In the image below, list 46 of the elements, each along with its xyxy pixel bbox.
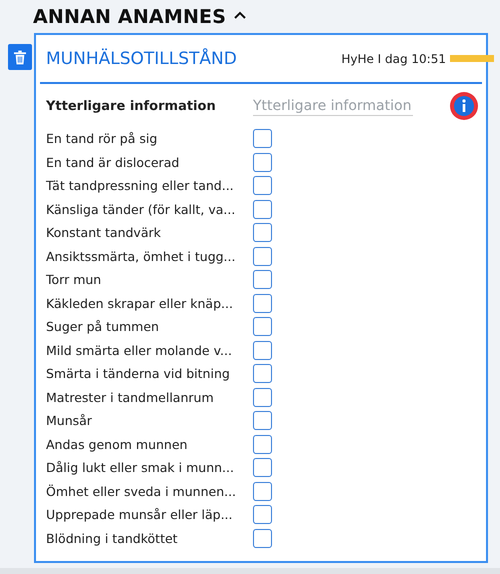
checkbox[interactable] [253, 411, 272, 430]
checkbox-label: Mild smärta eller molande v... [46, 342, 233, 358]
checkbox[interactable] [253, 505, 272, 524]
checkbox[interactable] [253, 340, 272, 360]
checkbox[interactable] [253, 434, 272, 454]
chevron-icon[interactable] [234, 11, 246, 19]
checkbox[interactable] [253, 294, 272, 313]
checkbox[interactable] [253, 270, 272, 290]
checkbox-label: Ömhet eller sveda i munnen... [46, 484, 238, 499]
checkbox[interactable] [253, 152, 272, 172]
checkbox-label: Matrester i tandmellanrum [46, 390, 215, 405]
checkbox-label: Blödning i tandköttet [46, 530, 179, 546]
checkbox-label: Munsår [46, 413, 93, 428]
checkbox-label: En tand rör på sig [46, 131, 158, 146]
checkbox-label: Tät tandpressning eller tand... [46, 178, 235, 194]
checkbox-label: Torr mun [46, 272, 102, 288]
checkbox[interactable] [253, 246, 272, 266]
checkbox[interactable] [253, 482, 272, 501]
checkbox-label: Käkleden skrapar eller knäp... [46, 296, 234, 311]
timestamp: HyHe I dag 10:51 [341, 52, 446, 66]
checkbox-label: Känsliga tänder (för kallt, va... [46, 202, 236, 217]
checkbox[interactable] [253, 223, 272, 242]
checkbox-label: Konstant tandvärk [46, 225, 162, 240]
checkbox[interactable] [253, 200, 272, 219]
checkbox[interactable] [253, 317, 272, 336]
card-title: MUNHÄLSOTILLSTÅND [46, 48, 238, 68]
trash-icon [14, 50, 26, 64]
checkbox[interactable] [253, 458, 272, 478]
checkbox[interactable] [253, 364, 272, 384]
checkbox[interactable] [253, 129, 272, 148]
checkbox-label: Ansiktssmärta, ömhet i tugg... [46, 248, 236, 264]
checkbox-label: En tand är dislocerad [46, 154, 180, 170]
checkbox-label: Smärta i tänderna vid bitning [46, 366, 231, 382]
delete-button[interactable] [8, 44, 32, 70]
checkbox[interactable] [253, 388, 272, 407]
checkbox-label: Suger på tummen [46, 319, 160, 334]
checkbox[interactable] [253, 176, 272, 196]
info-icon[interactable] [450, 92, 478, 120]
checkbox[interactable] [253, 528, 272, 548]
field-label: Ytterligare information [46, 98, 217, 114]
checkbox-label: Andas genom munnen [46, 436, 188, 452]
checkbox-label: Upprepade munsår eller läp... [46, 507, 234, 522]
checkbox-label: Dålig lukt eller smak i munn... [46, 460, 235, 476]
section-title: ANNAN ANAMNES [33, 6, 226, 28]
status-bar [450, 55, 494, 62]
input-field[interactable]: Ytterligare information [253, 96, 413, 116]
